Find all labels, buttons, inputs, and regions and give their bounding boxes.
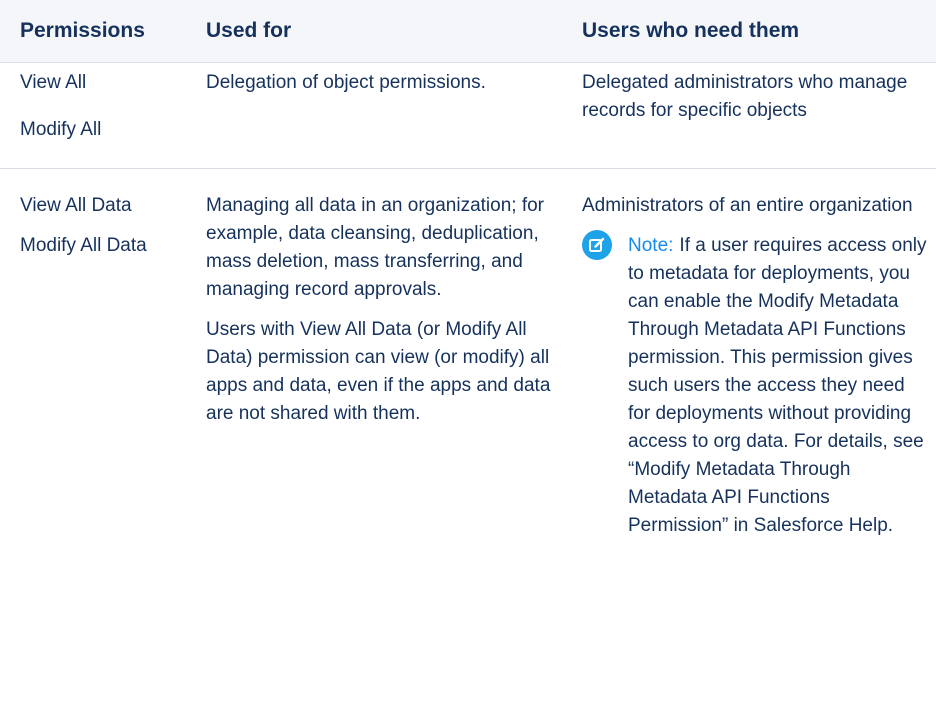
header-used-for: Used for [187,0,563,63]
used-for-cell: Delegation of object permissions. [187,62,563,169]
users-cell: Delegated administrators who manage reco… [563,62,936,169]
table-body: View All Modify All Delegation of object… [0,62,936,541]
used-for-paragraph: Users with View All Data (or Modify All … [206,319,551,424]
header-users: Users who need them [563,0,936,63]
table-header: Permissions Used for Users who need them [0,0,936,63]
edit-note-icon [582,230,612,260]
users-text: Administrators of an entire organization [582,195,913,216]
note-callout: Note: If a user requires access only to m… [582,230,932,540]
table-row: View All Data Modify All Data Managing a… [0,169,936,541]
permission-name: Modify All Data [20,235,147,256]
used-for-paragraph: Managing all data in an organization; fo… [206,195,545,300]
permissions-cell: View All Modify All [0,62,187,169]
note-text: If a user requires access only to metada… [628,235,927,536]
users-text: Delegated administrators who manage reco… [582,72,908,121]
permission-name: Modify All [20,119,102,140]
note-label: Note: [628,235,674,256]
permission-name: View All [20,72,87,93]
header-permissions: Permissions [0,0,187,63]
permissions-cell: View All Data Modify All Data [0,169,187,541]
permissions-table: Permissions Used for Users who need them… [0,0,936,540]
header-row: Permissions Used for Users who need them [0,0,936,63]
used-for-text: Delegation of object permissions. [206,72,486,93]
used-for-cell: Managing all data in an organization; fo… [187,169,563,541]
note-body: Note: If a user requires access only to m… [628,232,932,540]
table-row: View All Modify All Delegation of object… [0,62,936,169]
permission-name: View All Data [20,195,132,216]
users-cell: Administrators of an entire organization… [563,169,936,541]
